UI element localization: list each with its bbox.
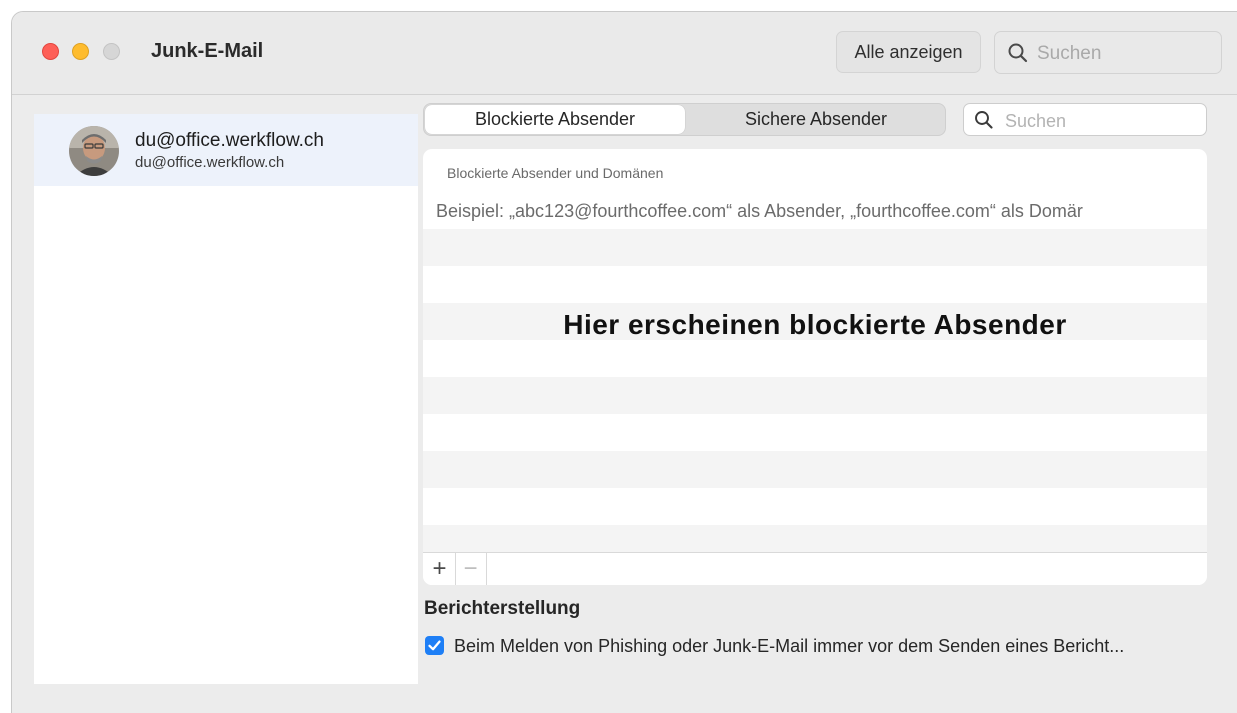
list-row xyxy=(423,451,1207,488)
account-subtitle: du@office.werkflow.ch xyxy=(135,154,285,171)
tab-blocked-senders[interactable]: Blockierte Absender xyxy=(425,105,685,134)
confirm-report-label[interactable]: Beim Melden von Phishing oder Junk-E-Mai… xyxy=(454,636,1124,657)
zoom-window-button xyxy=(103,43,120,60)
search-placeholder: Suchen xyxy=(1037,43,1102,64)
avatar xyxy=(69,126,119,176)
list-row xyxy=(423,414,1207,451)
tab-safe-senders[interactable]: Sichere Absender xyxy=(686,104,946,135)
list-example-hint: Beispiel: „abc123@fourthcoffee.com“ als … xyxy=(436,201,1083,221)
close-window-button[interactable] xyxy=(42,43,59,60)
search-icon xyxy=(974,110,994,135)
empty-list-annotation: Hier erscheinen blockierte Absender xyxy=(563,309,1067,340)
sender-search-field[interactable]: Suchen xyxy=(963,103,1207,136)
list-row xyxy=(423,340,1207,377)
account-sidebar: du@office.werkflow.ch du@office.werkflow… xyxy=(34,114,418,684)
search-placeholder: Suchen xyxy=(1005,111,1067,131)
add-sender-button[interactable]: + xyxy=(424,553,456,585)
list-footer: + − xyxy=(423,552,1207,585)
window-title: Junk-E-Mail xyxy=(151,40,264,62)
list-row xyxy=(423,525,1207,552)
reporting-section-title: Berichterstellung xyxy=(424,598,581,619)
list-row xyxy=(423,229,1207,266)
list-row xyxy=(423,266,1207,303)
preferences-search-field[interactable]: Suchen xyxy=(994,31,1222,74)
title-bar: Junk-E-Mail Alle anzeigen Suchen xyxy=(12,12,1237,95)
checkmark-icon xyxy=(428,640,441,651)
remove-sender-button[interactable]: − xyxy=(455,553,487,585)
list-row xyxy=(423,488,1207,525)
search-icon xyxy=(1007,42,1029,69)
show-all-button[interactable]: Alle anzeigen xyxy=(836,31,981,73)
list-row xyxy=(423,377,1207,414)
sender-tabs: Blockierte Absender Sichere Absender xyxy=(423,103,946,136)
account-name: du@office.werkflow.ch xyxy=(135,130,324,151)
confirm-report-checkbox[interactable] xyxy=(425,636,444,655)
blocked-senders-list[interactable]: Blockierte Absender und Domänen Beispiel… xyxy=(423,149,1207,585)
minimize-window-button[interactable] xyxy=(72,43,89,60)
account-item[interactable]: du@office.werkflow.ch du@office.werkflow… xyxy=(34,114,418,186)
list-header: Blockierte Absender und Domänen xyxy=(447,165,664,181)
